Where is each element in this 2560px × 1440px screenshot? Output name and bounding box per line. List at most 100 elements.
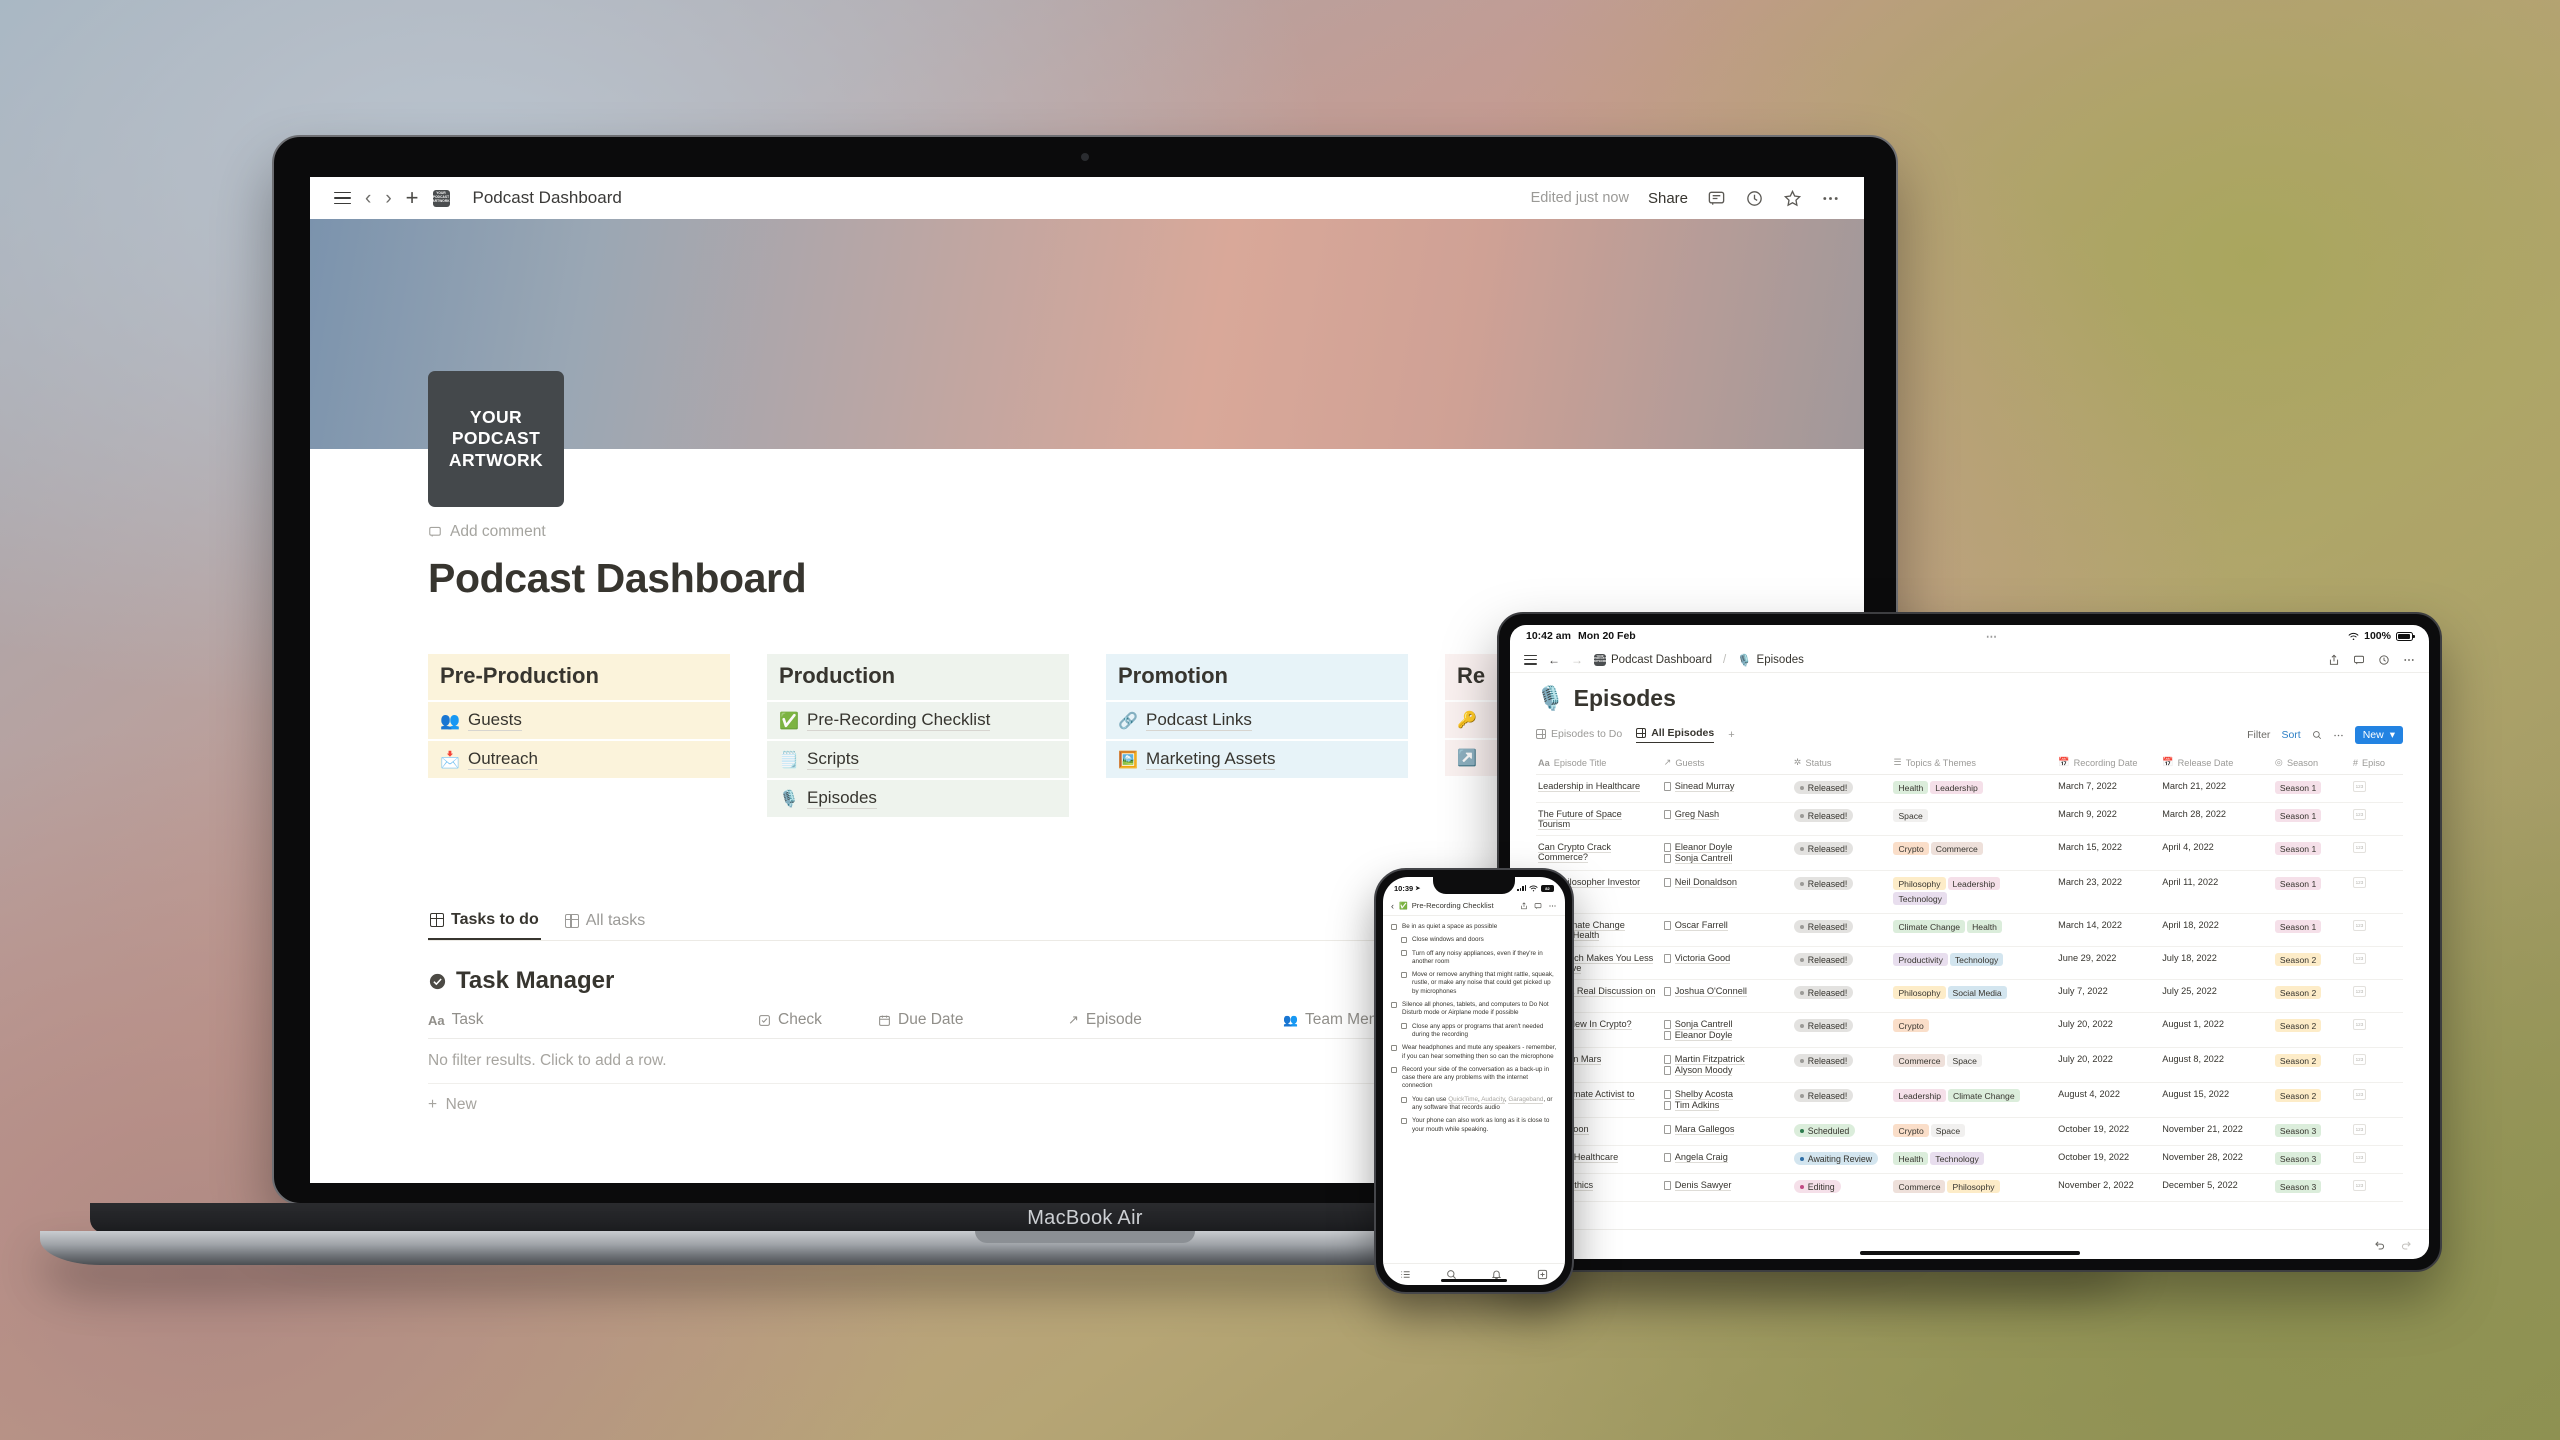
inline-link[interactable]: QuickTime xyxy=(1448,1095,1479,1104)
link-row-episodes[interactable]: 🎙️ Episodes xyxy=(767,780,1069,817)
link-row-podcast-links[interactable]: 🔗 Podcast Links xyxy=(1106,702,1408,739)
cell-guests[interactable]: Sinead Murray xyxy=(1661,774,1792,803)
cell-guests[interactable]: Sonja Cantrell Eleanor Doyle xyxy=(1661,1012,1792,1048)
cell-guests[interactable]: Neil Donaldson xyxy=(1661,870,1792,914)
cell-episode-number[interactable]: 123 xyxy=(2350,870,2403,914)
cell-release-date[interactable]: August 15, 2022 xyxy=(2160,1082,2273,1118)
cell-topics[interactable]: Crypto Commerce xyxy=(1891,835,2057,871)
guest-chip[interactable]: Eleanor Doyle xyxy=(1663,1030,1786,1041)
link-row-marketing-assets[interactable]: 🖼️ Marketing Assets xyxy=(1106,741,1408,778)
checklist-item[interactable]: Be in as quiet a space as possible xyxy=(1391,923,1557,931)
chevron-down-icon[interactable]: ▾ xyxy=(2390,729,2395,741)
redo-icon[interactable] xyxy=(2400,1238,2413,1251)
add-comment-button[interactable]: Add comment xyxy=(428,523,1864,541)
col-episode-number[interactable]: # Episo xyxy=(2350,753,2403,775)
col-status[interactable]: ✲ Status xyxy=(1791,753,1892,775)
cell-topics[interactable]: Commerce Space xyxy=(1891,1047,2057,1083)
search-icon[interactable] xyxy=(2312,730,2322,740)
tab-all-tasks[interactable]: All tasks xyxy=(563,905,648,940)
cell-episode-number[interactable]: 123 xyxy=(2350,1173,2403,1202)
cell-release-date[interactable]: April 18, 2022 xyxy=(2160,913,2273,947)
home-indicator[interactable] xyxy=(1859,1251,2080,1255)
cell-topics[interactable]: Space xyxy=(1891,802,2057,836)
cell-guests[interactable]: Greg Nash xyxy=(1661,802,1792,836)
cell-season[interactable]: Season 1 xyxy=(2272,774,2351,803)
cell-episode-number[interactable]: 123 xyxy=(2350,979,2403,1013)
table-row[interactable]: Having a Real Discussion on TwitterJoshu… xyxy=(1536,979,2403,1013)
guest-chip[interactable]: Tim Adkins xyxy=(1663,1100,1786,1111)
cell-status[interactable]: Editing xyxy=(1791,1173,1892,1202)
tab-tasks-to-do[interactable]: Tasks to do xyxy=(428,905,541,940)
cell-episode-number[interactable]: 123 xyxy=(2350,946,2403,980)
cell-season[interactable]: Season 3 xyxy=(2272,1145,2351,1174)
cell-topics[interactable]: Health Leadership xyxy=(1891,774,2057,803)
plus-box-icon[interactable] xyxy=(1537,1269,1548,1280)
column-header-task[interactable]: Aa Task xyxy=(428,1011,758,1029)
table-row[interactable]: Selling EthicsDenis SawyerEditingCommerc… xyxy=(1536,1173,2403,1202)
table-row[interactable]: From Climate Activist to LeaderShelby Ac… xyxy=(1536,1082,2403,1118)
guest-chip[interactable]: Victoria Good xyxy=(1663,953,1786,964)
breadcrumb[interactable]: Podcast Dashboard xyxy=(473,188,622,208)
cell-recording-date[interactable]: July 20, 2022 xyxy=(2056,1047,2161,1083)
cell-release-date[interactable]: July 18, 2022 xyxy=(2160,946,2273,980)
checklist-item[interactable]: Your phone can also work as long as it i… xyxy=(1391,1117,1557,1134)
cell-release-date[interactable]: August 1, 2022 xyxy=(2160,1012,2273,1048)
cell-guests[interactable]: Denis Sawyer xyxy=(1661,1173,1792,1202)
ellipsis-icon[interactable] xyxy=(2403,654,2415,666)
comment-icon[interactable] xyxy=(2353,654,2365,666)
comment-icon[interactable] xyxy=(1534,902,1542,910)
cell-episode-title[interactable]: The Future of Space Tourism xyxy=(1536,802,1662,836)
table-row[interactable]: Can Crypto Crack Commerce? Eleanor Doyle S… xyxy=(1536,835,2403,871)
cell-episode-number[interactable]: 123 xyxy=(2350,1145,2403,1174)
comment-icon[interactable] xyxy=(1707,189,1726,208)
cell-topics[interactable]: Crypto Space xyxy=(1891,1117,2057,1146)
checkbox[interactable] xyxy=(1401,971,1407,978)
cell-season[interactable]: Season 3 xyxy=(2272,1173,2351,1202)
link-row-guests[interactable]: 👥 Guests xyxy=(428,702,730,739)
cell-topics[interactable]: Climate Change Health xyxy=(1891,913,2057,947)
new-page-button[interactable]: + xyxy=(406,187,419,209)
cell-topics[interactable]: Health Technology xyxy=(1891,1145,2057,1174)
cell-status[interactable]: Released! xyxy=(1791,979,1892,1013)
cell-season[interactable]: Season 1 xyxy=(2272,835,2351,871)
home-indicator[interactable] xyxy=(1441,1278,1507,1282)
cell-release-date[interactable]: March 28, 2022 xyxy=(2160,802,2273,836)
checkbox[interactable] xyxy=(1401,937,1407,944)
guest-chip[interactable]: Sonja Cantrell xyxy=(1663,853,1786,864)
share-button[interactable]: Share xyxy=(1648,190,1688,207)
cell-status[interactable]: Released! xyxy=(1791,774,1892,803)
cell-recording-date[interactable]: November 2, 2022 xyxy=(2056,1173,2161,1202)
cell-recording-date[interactable]: October 19, 2022 xyxy=(2056,1117,2161,1146)
guest-chip[interactable]: Oscar Farrell xyxy=(1663,920,1786,931)
cell-recording-date[interactable]: October 19, 2022 xyxy=(2056,1145,2161,1174)
cell-season[interactable]: Season 1 xyxy=(2272,870,2351,914)
cell-topics[interactable]: Productivity Technology xyxy=(1891,946,2057,980)
checkbox[interactable] xyxy=(1401,1118,1407,1125)
col-recording-date[interactable]: 📅 Recording Date xyxy=(2056,753,2161,775)
column-header-team-member[interactable]: 👥 Team Mem xyxy=(1283,1011,1382,1029)
table-row[interactable]: The Future of Space Tourism Greg Nash Rele… xyxy=(1536,802,2403,836)
cell-status[interactable]: Awaiting Review xyxy=(1791,1145,1892,1174)
guest-chip[interactable]: Eleanor Doyle xyxy=(1663,842,1786,853)
table-row[interactable]: Hacking Healthcare Angela Craig Awaiting R… xyxy=(1536,1145,2403,1174)
table-row[interactable]: When Tech Makes You Less ProductiveVicto… xyxy=(1536,946,2403,980)
cell-status[interactable]: Released! xyxy=(1791,802,1892,836)
cell-status[interactable]: Released! xyxy=(1791,870,1892,914)
sort-button[interactable]: Sort xyxy=(2281,729,2300,741)
cell-release-date[interactable]: April 4, 2022 xyxy=(2160,835,2273,871)
list-icon[interactable] xyxy=(1400,1269,1411,1280)
checklist-item[interactable]: Silence all phones, tablets, and compute… xyxy=(1391,1001,1557,1018)
undo-icon[interactable] xyxy=(2373,1238,2386,1251)
ellipsis-icon[interactable] xyxy=(2333,730,2344,741)
cell-episode-number[interactable]: 123 xyxy=(2350,1117,2403,1146)
cell-season[interactable]: Season 2 xyxy=(2272,1082,2351,1118)
tab-episodes-to-do[interactable]: Episodes to Do xyxy=(1536,728,1622,743)
cell-recording-date[interactable]: March 23, 2022 xyxy=(2056,870,2161,914)
forward-button[interactable]: → xyxy=(1571,653,1583,667)
table-row[interactable]: How Climate Change Impacts HealthOscar F… xyxy=(1536,913,2403,947)
col-topics[interactable]: ☰ Topics & Themes xyxy=(1891,753,2057,775)
cell-recording-date[interactable]: March 9, 2022 xyxy=(2056,802,2161,836)
checklist-item[interactable]: Turn off any noisy appliances, even if t… xyxy=(1391,950,1557,967)
cell-guests[interactable]: Oscar Farrell xyxy=(1661,913,1792,947)
hamburger-menu-icon[interactable] xyxy=(1524,654,1537,665)
